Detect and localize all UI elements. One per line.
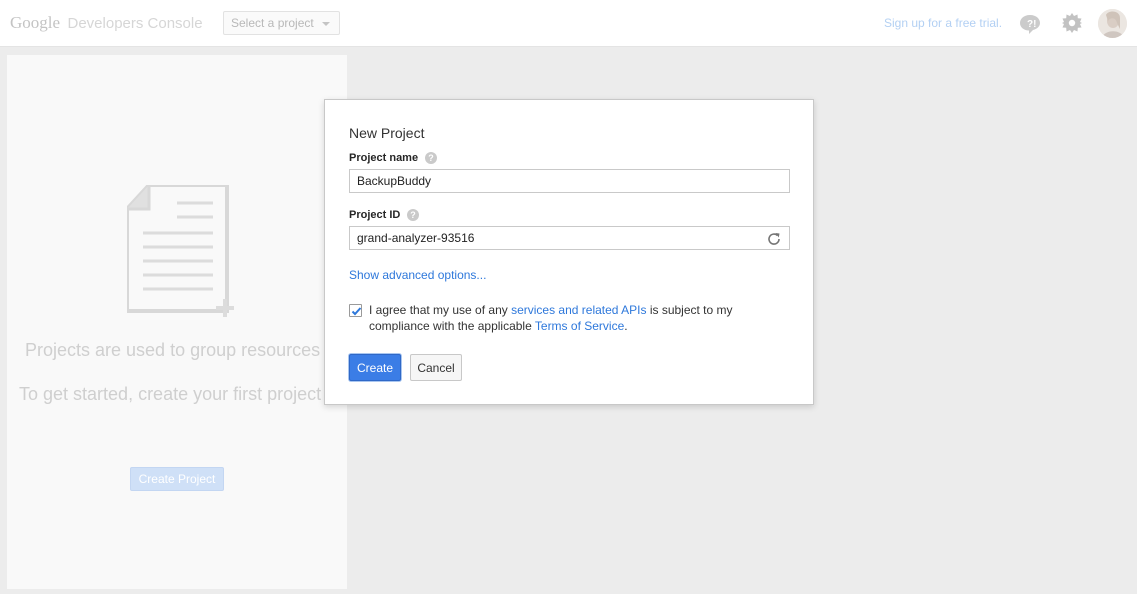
empty-projects-panel: Projects are used to group resources To … xyxy=(7,55,347,589)
gear-icon[interactable] xyxy=(1062,13,1082,33)
agree-text-part: . xyxy=(624,319,628,333)
feedback-icon[interactable]: ?! xyxy=(1018,13,1042,35)
chevron-down-icon xyxy=(322,22,330,26)
checkmark-icon xyxy=(351,307,362,316)
help-icon[interactable]: ? xyxy=(425,152,437,164)
avatar[interactable] xyxy=(1098,9,1127,38)
services-apis-link[interactable]: services and related APIs xyxy=(511,303,646,317)
project-id-input[interactable] xyxy=(349,226,790,250)
agree-text-part: I agree that my use of any xyxy=(369,303,512,317)
agree-text: I agree that my use of any services and … xyxy=(369,302,789,334)
show-advanced-options-link[interactable]: Show advanced options... xyxy=(349,268,486,282)
project-name-input[interactable] xyxy=(349,169,790,193)
create-project-button[interactable]: Create Project xyxy=(130,467,224,491)
product-name: Developers Console xyxy=(67,15,203,32)
signup-link[interactable]: Sign up for a free trial. xyxy=(884,16,1002,30)
project-name-label: Project name xyxy=(349,152,419,164)
project-id-label: Project ID xyxy=(349,209,401,221)
project-select-dropdown[interactable]: Select a project xyxy=(223,11,340,35)
refresh-icon[interactable] xyxy=(766,231,782,247)
top-header: Google Developers Console Select a proje… xyxy=(0,0,1137,47)
dialog-title: New Project xyxy=(349,125,425,141)
agree-checkbox[interactable] xyxy=(349,304,362,317)
svg-text:?!: ?! xyxy=(1027,19,1036,30)
google-logo-text: Google xyxy=(10,13,61,32)
help-icon[interactable]: ? xyxy=(407,209,419,221)
project-select-label: Select a project xyxy=(231,16,314,30)
create-button[interactable]: Create xyxy=(349,354,401,381)
avatar-image xyxy=(1098,9,1127,38)
console-logo[interactable]: Google Developers Console xyxy=(10,13,203,33)
terms-of-service-link[interactable]: Terms of Service xyxy=(535,319,624,333)
document-icon xyxy=(127,185,234,317)
cancel-button[interactable]: Cancel xyxy=(410,354,462,381)
new-project-dialog: New Project Project name ? Project ID ? … xyxy=(324,99,814,405)
